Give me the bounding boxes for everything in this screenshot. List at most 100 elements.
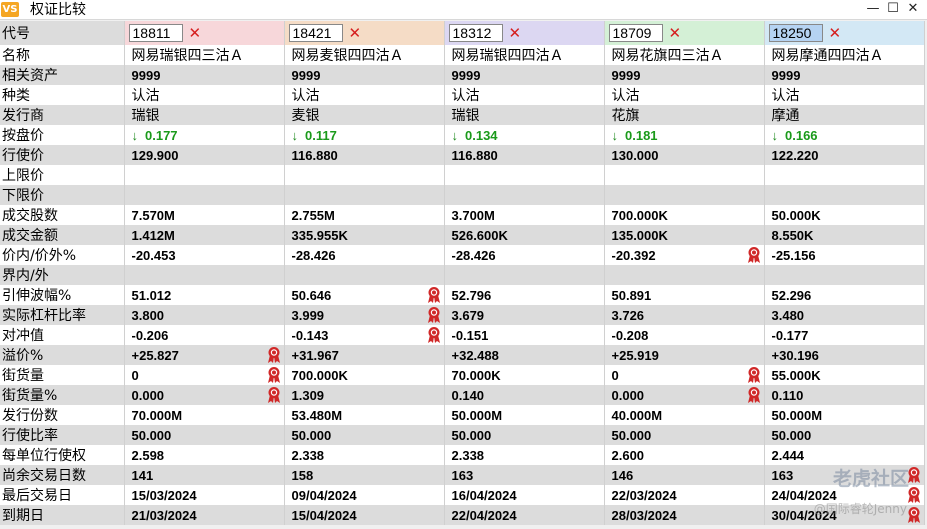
- turnover-cell: 8.550K: [764, 225, 925, 245]
- issuer-cell: 摩通: [764, 105, 925, 125]
- row-outstanding-pct: 街货量% 0.000 1.309 0.140 0.000 0.110: [0, 385, 925, 405]
- row-label: 上限价: [0, 165, 125, 185]
- name-cell: 网易摩通四四沽Ａ: [764, 45, 925, 65]
- per-unit-value: 2.338: [291, 447, 325, 463]
- exercise-ratio-cell: 50.000: [764, 425, 925, 445]
- award-ribbon-icon: [267, 387, 280, 403]
- delta-cell: -0.143: [284, 325, 445, 345]
- price-cell: ↓ 0.166: [764, 125, 925, 145]
- days-left-value: 146: [611, 467, 634, 483]
- moneyness-value: -20.392: [611, 247, 656, 263]
- remove-warrant-icon[interactable]: ✕: [349, 24, 362, 42]
- underlying-value: 9999: [291, 67, 321, 83]
- row-label: 到期日: [0, 505, 125, 525]
- remove-warrant-icon[interactable]: ✕: [509, 24, 522, 42]
- upper-limit-cell: [444, 165, 605, 185]
- volume-cell: 50.000K: [764, 205, 925, 225]
- row-delta: 对冲值 -0.206 -0.143 -0.151 -0.208 -0.177: [0, 325, 925, 345]
- lower-limit-cell: [764, 185, 925, 205]
- expiry-value: 22/04/2024: [451, 507, 517, 523]
- row-last-trade: 最后交易日 15/03/2024 09/04/2024 16/04/2024 22/03…: [0, 485, 925, 505]
- row-label: 行使比率: [0, 425, 125, 445]
- per-unit-value: 2.598: [131, 447, 165, 463]
- row-eff-gearing: 实际杠杆比率 3.800 3.999 3.679 3.726 3.480: [0, 305, 925, 325]
- remove-warrant-icon[interactable]: ✕: [829, 24, 842, 42]
- price-value: 0.117: [305, 127, 337, 143]
- name-cell: 网易花旗四三沽Ａ: [604, 45, 765, 65]
- in-out-cell: [124, 265, 285, 285]
- name-value: 网易花旗四三沽Ａ: [611, 48, 724, 64]
- row-name: 名称 网易瑞银四三沽Ａ 网易麦银四四沽Ａ 网易瑞银四四沽Ａ 网易花旗四三沽Ａ 网易摩通四四…: [0, 45, 925, 65]
- award-ribbon-icon: [427, 327, 440, 343]
- price-value: 0.177: [145, 127, 178, 143]
- exercise-ratio-value: 50.000: [611, 427, 652, 443]
- issue-size-cell: 50.000M: [444, 405, 605, 425]
- close-button[interactable]: ✕: [903, 0, 923, 20]
- row-type: 种类 认沽 认沽 认沽 认沽 认沽: [0, 85, 925, 105]
- delta-value: -0.206: [131, 327, 169, 343]
- price-value: 0.166: [785, 127, 818, 143]
- underlying-cell: 9999: [284, 65, 445, 85]
- eff-gearing-cell: 3.999: [284, 305, 445, 325]
- turnover-value: 526.600K: [451, 227, 508, 243]
- delta-value: -0.208: [611, 327, 649, 343]
- premium-value: +30.196: [771, 347, 819, 363]
- expiry-value: 30/04/2024: [771, 507, 837, 523]
- exercise-ratio-value: 50.000: [771, 427, 812, 443]
- days-left-value: 163: [771, 467, 794, 483]
- type-cell: 认沽: [124, 85, 285, 105]
- strike-value: 122.220: [771, 147, 819, 163]
- in-out-cell: [604, 265, 765, 285]
- warrant-code-input[interactable]: 18312: [448, 24, 503, 42]
- award-ribbon-icon: [747, 387, 760, 403]
- expiry-cell: 22/04/2024: [444, 505, 605, 525]
- issuer-cell: 花旗: [604, 105, 765, 125]
- outstanding-cell: 0: [124, 365, 285, 385]
- last-trade-cell: 22/03/2024: [604, 485, 765, 505]
- warrant-code-input[interactable]: 18250: [768, 24, 823, 42]
- last-trade-cell: 16/04/2024: [444, 485, 605, 505]
- expiry-value: 21/03/2024: [131, 507, 197, 523]
- remove-warrant-icon[interactable]: ✕: [669, 24, 682, 42]
- moneyness-cell: -28.426: [284, 245, 445, 265]
- lower-limit-cell: [284, 185, 445, 205]
- eff-gearing-value: 3.800: [131, 307, 165, 323]
- warrant-code-input[interactable]: 18709: [608, 24, 663, 42]
- exercise-ratio-cell: 50.000: [124, 425, 285, 445]
- expiry-cell: 21/03/2024: [124, 505, 285, 525]
- row-label: 行使价: [0, 145, 125, 165]
- issue-size-cell: 50.000M: [764, 405, 925, 425]
- issue-size-value: 53.480M: [291, 407, 343, 423]
- warrant-code-input[interactable]: 18811: [128, 24, 183, 42]
- row-label: 最后交易日: [0, 485, 125, 505]
- minimize-button[interactable]: —: [863, 0, 883, 20]
- name-value: 网易摩通四四沽Ａ: [771, 48, 884, 64]
- premium-value: +31.967: [291, 347, 339, 363]
- outstanding-pct-cell: 0.140: [444, 385, 605, 405]
- issuer-cell: 瑞银: [444, 105, 605, 125]
- outstanding-pct-cell: 0.000: [604, 385, 765, 405]
- maximize-button[interactable]: ☐: [883, 0, 903, 20]
- award-ribbon-icon: [267, 367, 280, 383]
- last-trade-value: 16/04/2024: [451, 487, 517, 503]
- type-cell: 认沽: [764, 85, 925, 105]
- title-bar: VS 权证比较 — ☐ ✕: [0, 0, 927, 20]
- issuer-value: 瑞银: [451, 108, 480, 124]
- name-cell: 网易瑞银四四沽Ａ: [444, 45, 605, 65]
- upper-limit-cell: [124, 165, 285, 185]
- row-iv: 引伸波幅% 51.012 50.646 52.796 50.891 52.296: [0, 285, 925, 305]
- underlying-value: 9999: [771, 67, 801, 83]
- strike-value: 116.880: [451, 147, 498, 163]
- row-issuer: 发行商 瑞银 麦银 瑞银 花旗 摩通: [0, 105, 925, 125]
- warrant-code-input[interactable]: 18421: [288, 24, 343, 42]
- moneyness-cell: -20.453: [124, 245, 285, 265]
- remove-warrant-icon[interactable]: ✕: [189, 24, 202, 42]
- down-arrow-icon: ↓: [451, 127, 459, 143]
- name-value: 网易瑞银四四沽Ａ: [451, 48, 564, 64]
- issue-size-value: 40.000M: [611, 407, 663, 423]
- expiry-value: 15/04/2024: [291, 507, 357, 523]
- row-label: 溢价%: [0, 345, 125, 365]
- outstanding-pct-value: 0.000: [131, 387, 165, 403]
- outstanding-pct-value: 1.309: [291, 387, 325, 403]
- upper-limit-cell: [764, 165, 925, 185]
